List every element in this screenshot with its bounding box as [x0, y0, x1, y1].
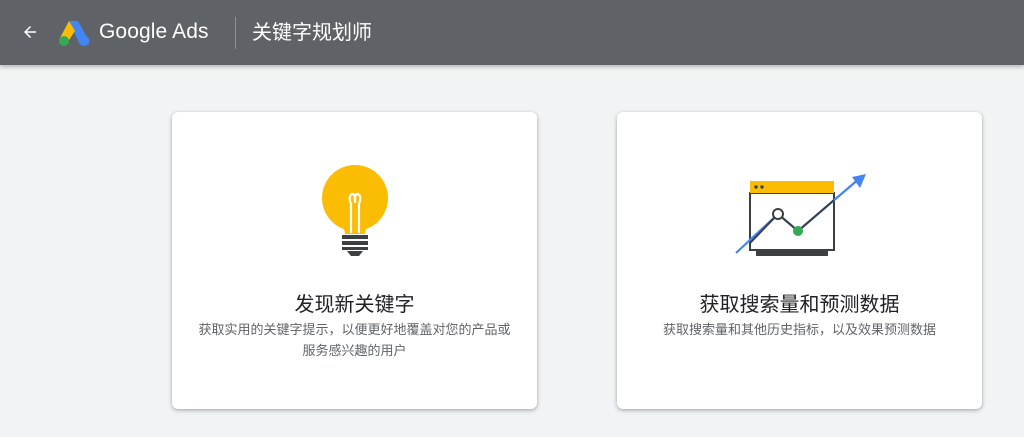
- search-volume-forecast-card[interactable]: 获取搜索量和预测数据 获取搜索量和其他历史指标，以及效果预测数据: [617, 112, 982, 409]
- card-description: 获取搜索量和其他历史指标，以及效果预测数据: [662, 323, 936, 338]
- brand-name[interactable]: Google Ads: [99, 18, 209, 46]
- page-title: 关键字规划师: [252, 20, 372, 44]
- google-ads-logo-icon: [59, 21, 90, 46]
- lightbulb-icon: [321, 165, 388, 256]
- discover-keywords-card[interactable]: 发现新关键字 获取实用的关键字提示，以便更好地覆盖对您的产品或服务感兴趣的用户: [172, 112, 537, 409]
- header-divider: [235, 17, 236, 49]
- arrow-back-icon: [24, 26, 36, 38]
- back-button[interactable]: [18, 20, 42, 44]
- forecast-chart-icon: [734, 174, 866, 256]
- card-description: 获取实用的关键字提示，以便更好地覆盖对您的产品或服务感兴趣的用户: [198, 323, 511, 359]
- card-title: 发现新关键字: [294, 292, 415, 316]
- top-app-bar: Google Ads 关键字规划师: [0, 0, 1024, 65]
- card-title: 获取搜索量和预测数据: [699, 292, 900, 316]
